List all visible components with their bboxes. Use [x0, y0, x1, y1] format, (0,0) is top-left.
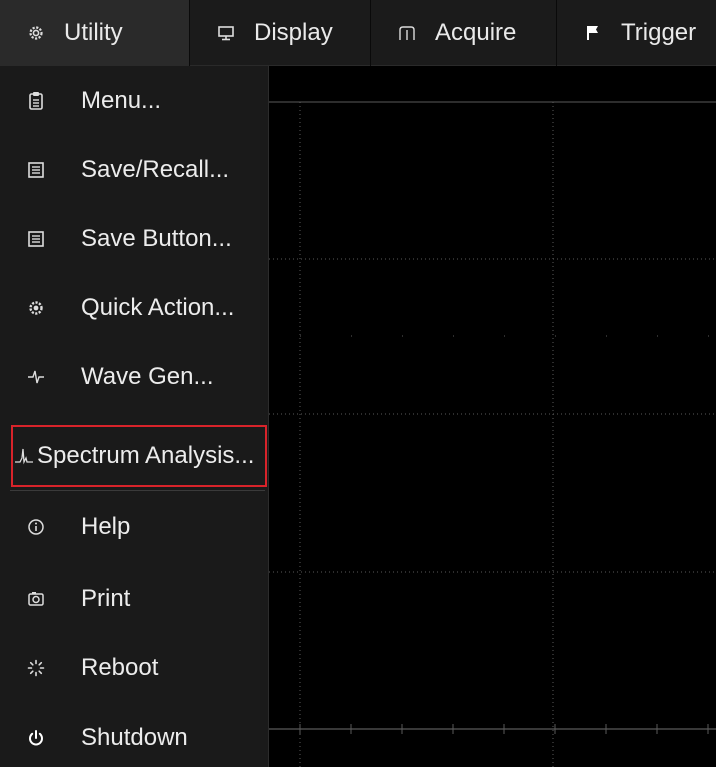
menu-item-menu[interactable]: Menu...: [0, 66, 269, 135]
menu-item-wave-gen[interactable]: Wave Gen...: [0, 342, 269, 411]
save-icon: [24, 227, 48, 251]
clipboard-icon: [24, 89, 48, 113]
menu-utility[interactable]: Utility: [0, 0, 190, 66]
menu-item-spectrum-analysis-label: Spectrum Analysis...: [37, 442, 255, 469]
menu-trigger[interactable]: Trigger: [557, 0, 716, 66]
menu-item-help-label: Help: [81, 512, 131, 540]
menu-utility-label: Utility: [64, 19, 123, 46]
wave-icon: [24, 365, 48, 389]
monitor-icon: [216, 23, 236, 43]
menu-item-print-label: Print: [81, 584, 131, 612]
menu-item-print[interactable]: Print: [0, 564, 269, 633]
menu-trigger-label: Trigger: [621, 19, 697, 46]
menu-divider: [10, 490, 265, 491]
gear-icon: [26, 23, 46, 43]
menu-display[interactable]: Display: [190, 0, 371, 66]
power-icon: [24, 726, 48, 750]
info-icon: [24, 515, 48, 539]
menu-item-save-recall[interactable]: Save/Recall...: [0, 135, 269, 204]
menu-item-spectrum-analysis[interactable]: Spectrum Analysis...: [11, 425, 267, 487]
scope-grid[interactable]: [269, 66, 716, 767]
save-icon: [24, 158, 48, 182]
graticule: [269, 101, 716, 767]
menu-item-shutdown[interactable]: Shutdown: [0, 703, 269, 767]
flag-icon: [583, 23, 603, 43]
spinner-icon: [24, 656, 48, 680]
camera-icon: [24, 587, 48, 611]
menu-item-reboot-label: Reboot: [81, 653, 159, 681]
menu-item-menu-label: Menu...: [81, 86, 162, 114]
menu-item-quick-action-label: Quick Action...: [81, 293, 235, 321]
menu-acquire[interactable]: Acquire: [371, 0, 557, 66]
top-menu-bar: Utility Display Acquire Trigger: [0, 0, 716, 66]
menu-item-save-button-label: Save Button...: [81, 224, 232, 252]
acquire-icon: [397, 23, 417, 43]
gear-icon: [24, 296, 48, 320]
menu-item-save-button[interactable]: Save Button...: [0, 204, 269, 273]
utility-dropdown: Menu... Save/Recall... Save Button... Qu…: [0, 66, 269, 767]
menu-display-label: Display: [254, 19, 333, 46]
menu-item-save-recall-label: Save/Recall...: [81, 155, 230, 183]
menu-item-help[interactable]: Help: [0, 492, 269, 561]
spectrum-icon: [13, 444, 35, 468]
menu-acquire-label: Acquire: [435, 19, 517, 46]
menu-item-wave-gen-label: Wave Gen...: [81, 362, 214, 390]
menu-item-reboot[interactable]: Reboot: [0, 633, 269, 702]
menu-item-quick-action[interactable]: Quick Action...: [0, 273, 269, 342]
menu-item-shutdown-label: Shutdown: [81, 723, 188, 751]
